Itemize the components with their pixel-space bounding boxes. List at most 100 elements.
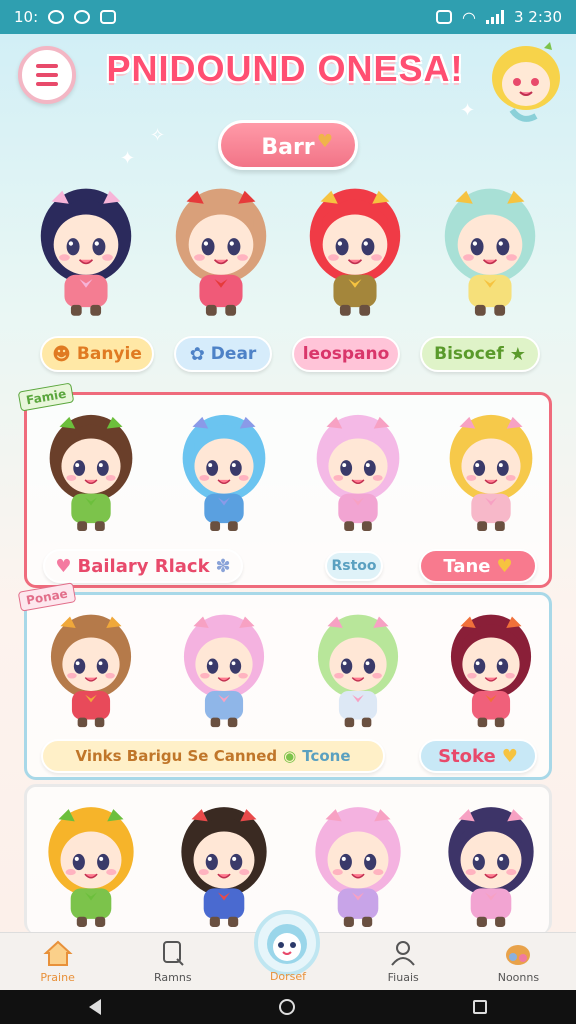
character-avatar[interactable] xyxy=(165,180,277,320)
character-avatar[interactable] xyxy=(30,180,142,320)
recents-icon[interactable] xyxy=(473,1000,487,1014)
character-avatar[interactable] xyxy=(37,607,145,731)
mascot-icon xyxy=(267,924,307,964)
vibrate-icon xyxy=(436,10,453,24)
character-card[interactable] xyxy=(30,180,142,320)
panel1-mid-pill[interactable]: Rstoo xyxy=(325,551,383,581)
home-icon xyxy=(43,940,73,966)
character-avatar[interactable] xyxy=(170,799,278,931)
character-card[interactable] xyxy=(165,180,277,320)
system-navigation-bar xyxy=(0,990,576,1024)
heart-icon: ♥ xyxy=(316,131,333,152)
character-card[interactable] xyxy=(434,180,546,320)
pill-label-end: Tcone xyxy=(302,747,351,765)
nav-search[interactable]: Ramns xyxy=(115,933,230,990)
profile-icon xyxy=(391,941,415,966)
sparkle-icon: ✦ xyxy=(460,100,476,121)
pill-label: Vinks Barigu Se Canned xyxy=(75,747,278,765)
character-avatar[interactable] xyxy=(437,799,545,931)
top-button-label: Barr xyxy=(261,135,315,160)
tag-chip[interactable]: ✿ Dear xyxy=(174,336,272,372)
character-card[interactable] xyxy=(304,607,412,731)
character-card[interactable] xyxy=(437,799,545,931)
character-avatar[interactable] xyxy=(437,607,545,731)
nav-label: Noonns xyxy=(497,971,540,984)
nav-label: Fiuais xyxy=(387,971,419,984)
character-panel-1: Famie ♥ Bailary Rlack ✽ Rstoo Tane ♥ xyxy=(17,382,552,588)
star-icon: ★ xyxy=(509,343,526,365)
tag-label: leospano xyxy=(302,344,390,364)
tag-chip[interactable]: ☻ Banyie xyxy=(40,336,154,372)
pill-label: Bailary Rlack xyxy=(77,555,210,577)
character-card[interactable] xyxy=(304,799,412,931)
sparkle-icon: ✧ xyxy=(150,125,166,146)
tag-chip[interactable]: Bisocef ★ xyxy=(420,336,540,372)
notification-icon xyxy=(48,10,65,24)
tag-label: Banyie xyxy=(76,344,142,364)
heart-icon: ♥ xyxy=(501,745,518,767)
character-card[interactable] xyxy=(37,799,145,931)
back-icon[interactable] xyxy=(89,999,101,1015)
character-card[interactable] xyxy=(37,407,145,535)
nav-center-button[interactable] xyxy=(254,910,320,976)
character-card[interactable] xyxy=(170,407,278,535)
pill-label: Rstoo xyxy=(331,558,377,574)
smile-icon: ☻ xyxy=(52,343,71,365)
signal-icon xyxy=(486,10,504,24)
wifi-icon: ◠ xyxy=(462,7,476,27)
status-bar: 10: ◠ 3 2:30 xyxy=(0,0,576,34)
panel1-left-pill[interactable]: ♥ Bailary Rlack ✽ xyxy=(43,549,243,583)
pill-label: Stoke xyxy=(438,745,496,767)
character-card[interactable] xyxy=(437,407,545,535)
character-card[interactable] xyxy=(437,607,545,731)
character-card[interactable] xyxy=(304,407,412,535)
menu-button[interactable] xyxy=(18,46,76,104)
nav-label: Ramns xyxy=(154,971,192,984)
heart-icon: ♥ xyxy=(55,555,72,577)
top-action-button[interactable]: Barr ♥ xyxy=(218,120,358,170)
paw-icon: ✽ xyxy=(215,555,231,577)
mail-icon xyxy=(100,10,117,24)
search-icon xyxy=(162,941,184,966)
heart-icon: ♥ xyxy=(496,555,513,577)
panel2-left-pill[interactable]: Vinks Barigu Se Canned ◉ Tcone xyxy=(41,739,385,773)
character-panel-2: Ponae Vinks Barigu Se Canned ◉ Tcone Sto… xyxy=(17,582,552,780)
tag-label: Dear xyxy=(210,344,257,364)
character-card[interactable] xyxy=(37,607,145,731)
status-time: 3 2:30 xyxy=(514,8,562,26)
nav-shop[interactable]: Noonns xyxy=(461,933,576,990)
character-avatar[interactable] xyxy=(37,799,145,931)
tag-label: Bisocef xyxy=(434,344,504,364)
menu-icon xyxy=(36,64,58,68)
app-header: PNIDOUND ONESA! xyxy=(0,34,576,122)
panel2-right-pill[interactable]: Stoke ♥ xyxy=(419,739,537,773)
flower-icon: ✿ xyxy=(189,343,205,365)
character-avatar[interactable] xyxy=(299,180,411,320)
character-avatar[interactable] xyxy=(170,607,278,731)
basket-icon xyxy=(506,945,531,965)
featured-characters xyxy=(30,180,546,320)
character-card[interactable] xyxy=(299,180,411,320)
character-avatar[interactable] xyxy=(304,799,412,931)
panel1-right-pill[interactable]: Tane ♥ xyxy=(419,549,537,583)
nav-profile[interactable]: Fiuais xyxy=(346,933,461,990)
character-avatar[interactable] xyxy=(37,407,145,535)
status-time-left: 10: xyxy=(14,8,39,26)
nav-home[interactable]: Praine xyxy=(0,933,115,990)
character-card[interactable] xyxy=(170,799,278,931)
home-circle-icon[interactable] xyxy=(279,999,295,1015)
page-title: PNIDOUND ONESA! xyxy=(106,48,464,89)
panel-characters xyxy=(37,407,545,535)
character-avatar[interactable] xyxy=(437,407,545,535)
character-avatar[interactable] xyxy=(170,407,278,535)
pill-label: Tane xyxy=(443,555,491,577)
mascot-icon[interactable] xyxy=(486,38,566,124)
message-icon xyxy=(74,10,91,24)
tag-chip[interactable]: leospano xyxy=(292,336,400,372)
tag-row: ☻ Banyie ✿ Dear leospano Bisocef ★ xyxy=(40,336,540,372)
character-avatar[interactable] xyxy=(304,407,412,535)
character-avatar[interactable] xyxy=(304,607,412,731)
panel-characters xyxy=(37,607,545,731)
character-card[interactable] xyxy=(170,607,278,731)
character-avatar[interactable] xyxy=(434,180,546,320)
